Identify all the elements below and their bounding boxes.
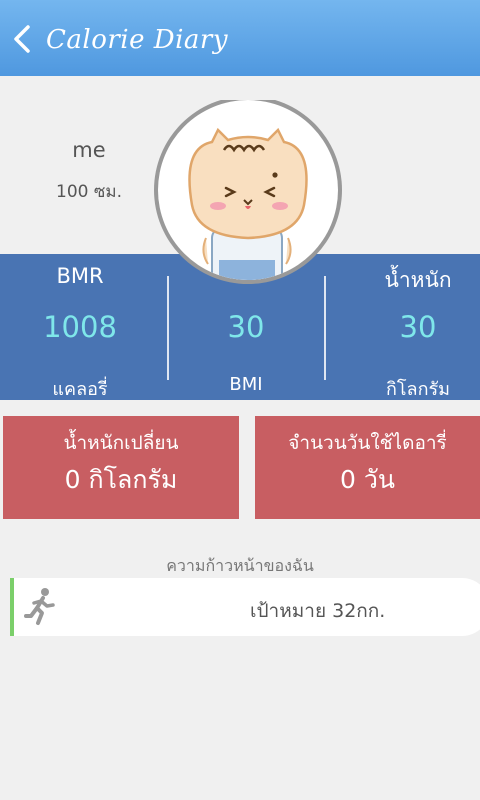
profile-height: 100 ซม. [56,182,122,202]
back-chevron-icon[interactable] [6,22,40,56]
weight-unit: กิโลกรัม [385,379,451,400]
app-title: Calorie Diary [46,25,229,55]
days-used-value: 0 วัน [340,465,395,494]
bmr-stat: BMR 1008 แคลอรี่ [0,254,160,400]
weight-stat: น้ำหนัก 30 กิโลกรัม [338,254,480,400]
days-used-title: จำนวนวันใช้ไดอารี่ [288,432,447,454]
bmi-label: BMI [229,374,263,395]
weight-label: น้ำหนัก [384,268,452,292]
stat-divider [324,276,326,380]
weight-change-title: น้ำหนักเปลี่ยน [63,432,179,454]
progress-heading: ความก้าวหน้าของฉัน [166,556,314,575]
cat-avatar[interactable] [146,100,350,290]
bmr-value: 1008 [43,310,117,344]
runner-icon [24,588,55,625]
days-used-card: จำนวนวันใช้ไดอารี่ 0 วัน [255,416,480,519]
weight-value: 30 [399,310,437,344]
app-bar: Calorie Diary [0,0,480,76]
weight-change-value: 0 กิโลกรัม [64,465,178,494]
weight-change-card: น้ำหนักเปลี่ยน 0 กิโลกรัม [3,416,239,519]
profile-name: me [72,138,106,162]
bmr-unit: แคลอรี่ [52,379,108,400]
progress-card[interactable]: เป้าหมาย 32กก. [10,578,480,636]
goal-text: เป้าหมาย 32กก. [250,600,386,622]
bmi-value: 30 [227,310,265,344]
bmr-label: BMR [56,264,104,288]
